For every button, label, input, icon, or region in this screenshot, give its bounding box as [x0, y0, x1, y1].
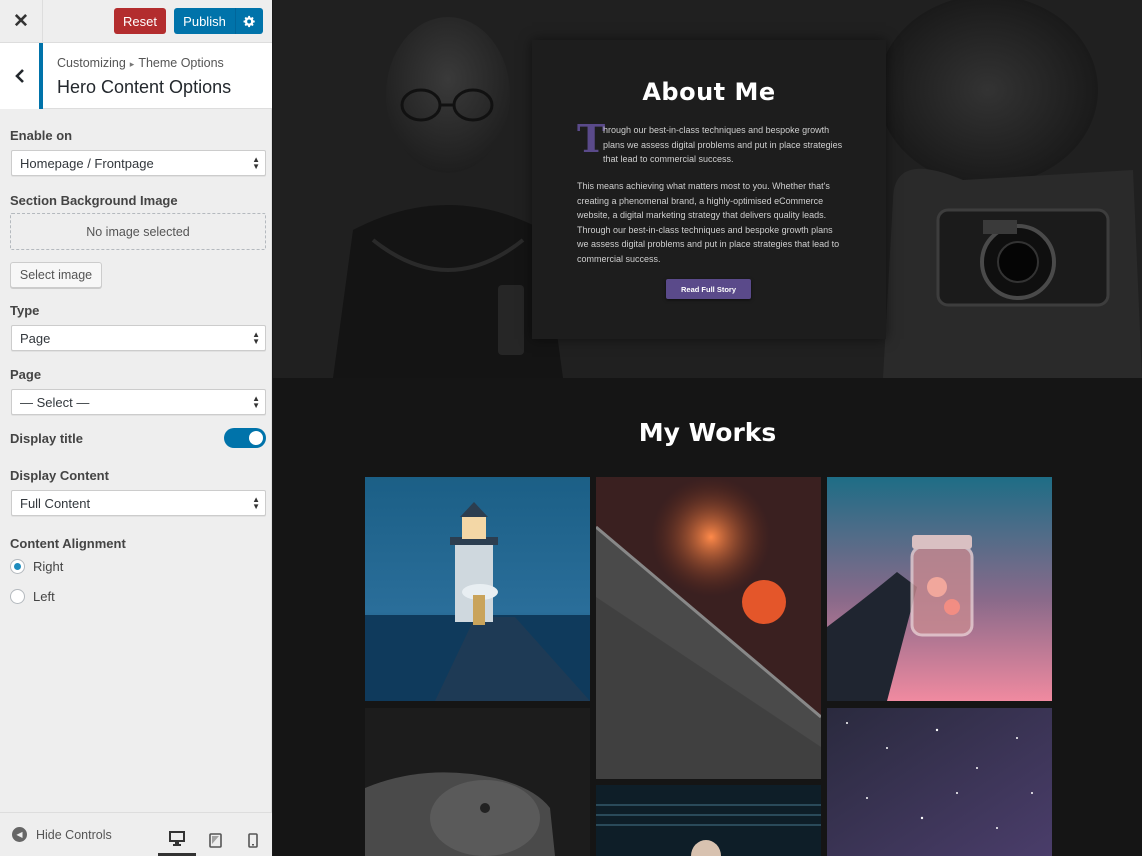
radio-left[interactable] — [10, 589, 25, 604]
page-value: — Select — — [20, 395, 90, 410]
customizer-header: ✕ Reset Publish — [0, 0, 272, 43]
radio-right-label: Right — [33, 559, 64, 574]
reset-button[interactable]: Reset — [114, 8, 166, 34]
starry-sky-image[interactable] — [827, 708, 1052, 856]
collapse-icon: ◀ — [12, 827, 27, 842]
about-card: About Me T hrough our best-in-class tech… — [532, 40, 886, 339]
page-select[interactable]: — Select — ▲ ▼ — [11, 389, 266, 415]
portrait-image[interactable] — [596, 785, 821, 856]
publish-button[interactable]: Publish — [174, 8, 236, 34]
customizer-sidebar: ✕ Reset Publish Customizing ▸ Theme Option… — [0, 0, 272, 856]
chevron-left-icon — [14, 69, 24, 83]
hide-controls-button[interactable]: ◀ Hide Controls — [12, 827, 112, 842]
dog-image-art — [365, 708, 590, 856]
about-title: About Me — [642, 78, 776, 106]
close-icon[interactable]: ✕ — [0, 0, 43, 42]
enable-on-label: Enable on — [10, 128, 73, 143]
mobile-icon[interactable] — [234, 823, 272, 856]
breadcrumb-separator: ▸ — [129, 59, 135, 69]
select-arrows-icon: ▲ ▼ — [252, 155, 260, 171]
alignment-right-option[interactable]: Right — [10, 559, 63, 574]
jar-lights-image-art — [827, 477, 1052, 701]
page-label: Page — [10, 367, 42, 382]
umbrella-drops-image-art — [596, 477, 821, 779]
image-placeholder: No image selected — [10, 213, 266, 250]
alignment-left-option[interactable]: Left — [10, 589, 55, 604]
enable-on-value: Homepage / Frontpage — [20, 156, 154, 171]
dropcap: T — [577, 116, 606, 161]
select-arrows-icon: ▲ ▼ — [252, 330, 260, 346]
customizer-window: ✕ Reset Publish Customizing ▸ Theme Option… — [0, 0, 1142, 856]
about-paragraph-1: hrough our best-in-class techniques and … — [603, 125, 843, 164]
radio-left-label: Left — [33, 589, 55, 604]
display-title-toggle[interactable] — [224, 428, 266, 448]
breadcrumb: Customizing ▸ Theme Options — [57, 56, 224, 70]
select-image-button[interactable]: Select image — [10, 262, 102, 288]
display-content-value: Full Content — [20, 496, 91, 511]
dog-image[interactable] — [365, 708, 590, 856]
enable-on-select[interactable]: Homepage / Frontpage ▲ ▼ — [11, 150, 266, 176]
content-alignment-label: Content Alignment — [10, 536, 126, 551]
desktop-preview-icon — [169, 830, 185, 846]
toggle-knob — [249, 431, 263, 445]
umbrella-drops-image[interactable] — [596, 477, 821, 779]
lighthouse-image-art — [365, 477, 590, 701]
radio-right[interactable] — [10, 559, 25, 574]
display-title-label: Display title — [10, 431, 83, 446]
section-title: Hero Content Options — [57, 77, 232, 97]
read-full-story-button[interactable]: Read Full Story — [666, 279, 751, 299]
select-arrows-icon: ▲ ▼ — [252, 394, 260, 410]
tablet-icon[interactable] — [196, 823, 234, 856]
customizer-footer: ◀ Hide Controls — [0, 812, 272, 856]
lighthouse-image[interactable] — [365, 477, 590, 701]
background-image-label: Section Background Image — [10, 193, 178, 208]
about-paragraph-2: This means achieving what matters most t… — [577, 181, 840, 264]
starry-sky-image-art — [827, 708, 1052, 856]
jar-lights-image[interactable] — [827, 477, 1052, 701]
breadcrumb-theme-options: Theme Options — [138, 56, 224, 70]
publish-settings-gear-icon[interactable] — [236, 8, 263, 34]
select-arrows-icon: ▲ ▼ — [252, 495, 260, 511]
hide-controls-label: Hide Controls — [36, 827, 112, 842]
gear-icon — [243, 15, 255, 27]
breadcrumb-customizing: Customizing — [57, 56, 126, 70]
display-content-select[interactable]: Full Content ▲ ▼ — [11, 490, 266, 516]
display-content-label: Display Content — [10, 468, 109, 483]
mobile-preview-icon — [248, 832, 258, 848]
type-label: Type — [10, 303, 40, 318]
type-select[interactable]: Page ▲ ▼ — [11, 325, 266, 351]
section-header: Customizing ▸ Theme Options Hero Content O… — [0, 43, 272, 109]
type-value: Page — [20, 331, 51, 346]
site-preview: About Me T hrough our best-in-class tech… — [273, 0, 1142, 856]
back-icon[interactable] — [0, 43, 43, 109]
portrait-image-art — [596, 785, 821, 856]
tablet-preview-icon — [208, 832, 222, 848]
hero-section: About Me T hrough our best-in-class tech… — [273, 0, 1142, 378]
desktop-icon[interactable] — [158, 823, 196, 856]
works-title: My Works — [638, 418, 777, 447]
